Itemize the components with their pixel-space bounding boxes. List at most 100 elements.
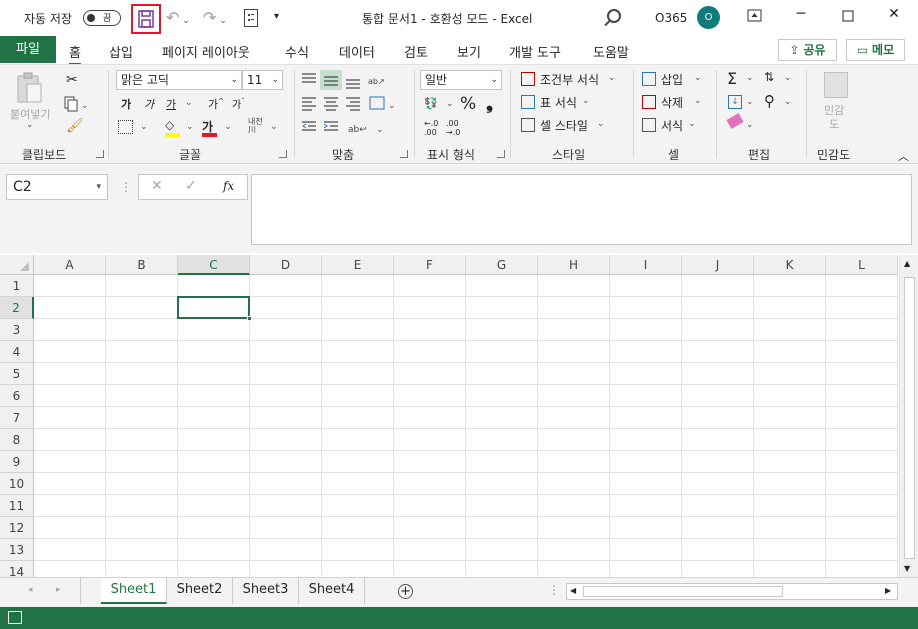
sheet-tab-2[interactable]: Sheet2 — [167, 578, 233, 604]
user-name[interactable]: O365 — [655, 11, 687, 25]
row-header-6[interactable]: 6 — [0, 385, 34, 407]
tab-formulas[interactable]: 수식 — [285, 42, 309, 61]
column-header-c[interactable]: C — [178, 255, 250, 275]
fill-color-dropdown-icon[interactable]: ⌄ — [186, 122, 194, 132]
redo-button[interactable]: ↷ ⌄ — [203, 8, 233, 28]
formula-input[interactable] — [251, 174, 912, 245]
borders-icon[interactable] — [118, 120, 133, 134]
row-header-8[interactable]: 8 — [0, 429, 34, 451]
font-name-combo[interactable]: 맑은 고딕 ⌄ — [116, 70, 242, 90]
maximize-button[interactable] — [836, 6, 860, 28]
autosave-toggle[interactable]: 끔 — [83, 10, 121, 26]
clipboard-launcher-icon[interactable] — [96, 150, 104, 158]
row-header-13[interactable]: 13 — [0, 539, 34, 561]
phonetic-dropdown-icon[interactable]: ⌄ — [270, 122, 278, 132]
row-header-4[interactable]: 4 — [0, 341, 34, 363]
customize-qat-icon[interactable]: ▾ — [274, 11, 279, 22]
column-header-l[interactable]: L — [826, 255, 898, 275]
sensitivity-button[interactable]: 민감 도 — [818, 72, 854, 134]
avatar[interactable]: O — [697, 6, 720, 29]
cancel-icon[interactable]: ✕ — [151, 178, 163, 194]
font-color-button[interactable]: 가 — [202, 118, 217, 137]
scroll-down-icon[interactable]: ▼ — [904, 564, 910, 573]
add-sheet-icon[interactable]: + — [398, 584, 413, 599]
number-launcher-icon[interactable] — [497, 150, 505, 158]
select-all-button[interactable] — [0, 255, 34, 275]
row-header-5[interactable]: 5 — [0, 363, 34, 385]
fill-dropdown-icon[interactable]: ⌄ — [746, 97, 754, 107]
horizontal-scrollbar[interactable]: ◀ ▶ — [566, 583, 898, 600]
tab-insert[interactable]: 삽입 — [109, 42, 133, 61]
fill-color-button[interactable]: ◇ — [165, 118, 180, 137]
alignment-launcher-icon[interactable] — [400, 150, 408, 158]
find-select-dropdown-icon[interactable]: ⌄ — [784, 97, 792, 107]
ribbon-display-options-button[interactable] — [743, 6, 767, 28]
underline-button[interactable]: 가 — [166, 96, 176, 112]
row-header-11[interactable]: 11 — [0, 495, 34, 517]
fill-icon[interactable]: ↓ — [728, 95, 742, 109]
autosum-dropdown-icon[interactable]: ⌄ — [746, 73, 754, 83]
tab-review[interactable]: 검토 — [404, 42, 428, 61]
tab-page-layout[interactable]: 페이지 레이아웃 — [162, 42, 250, 61]
increase-font-button[interactable]: 가^ — [208, 96, 224, 112]
column-header-d[interactable]: D — [250, 255, 322, 275]
font-launcher-icon[interactable] — [279, 150, 287, 158]
underline-dropdown-icon[interactable]: ⌄ — [185, 98, 193, 108]
font-size-combo[interactable]: 11 ⌄ — [242, 70, 283, 90]
vertical-scroll-thumb[interactable] — [904, 277, 915, 559]
save-button[interactable] — [131, 4, 161, 34]
decrease-font-button[interactable]: 가ˇ — [232, 96, 245, 111]
font-color-dropdown-icon[interactable]: ⌄ — [224, 122, 232, 132]
format-painter-icon[interactable]: 🖌 — [66, 118, 84, 134]
tab-developer[interactable]: 개발 도구 — [509, 42, 561, 61]
row-header-10[interactable]: 10 — [0, 473, 34, 495]
sort-filter-icon[interactable]: ⇅ — [764, 70, 774, 84]
column-header-i[interactable]: I — [610, 255, 682, 275]
column-header-j[interactable]: J — [682, 255, 754, 275]
scroll-left-icon[interactable]: ◀ — [570, 586, 576, 595]
number-format-combo[interactable]: 일반 ⌄ — [420, 70, 502, 90]
row-header-3[interactable]: 3 — [0, 319, 34, 341]
italic-button[interactable]: 가 — [144, 96, 154, 112]
phonetic-icon[interactable]: 내천 川 — [248, 118, 263, 134]
row-header-1[interactable]: 1 — [0, 275, 34, 297]
find-select-icon[interactable]: ⚲ — [764, 92, 775, 110]
percent-icon[interactable]: % — [460, 94, 476, 114]
split-grip-icon[interactable]: ⋮ — [548, 583, 560, 597]
sheet-tab-3[interactable]: Sheet3 — [233, 578, 299, 604]
paste-button[interactable]: 붙여넣기 ⌄ — [10, 72, 50, 132]
tab-data[interactable]: 데이터 — [339, 42, 375, 61]
worksheet-grid[interactable]: ABCDEFGHIJKL 1 2 3 4 5 6 7 8 9 10 11 12 13 14 — [0, 255, 898, 577]
accounting-dropdown-icon[interactable]: ⌄ — [446, 99, 454, 109]
autosum-icon[interactable]: Σ — [727, 69, 737, 88]
insert-function-icon[interactable]: fx — [223, 179, 234, 193]
name-box[interactable]: C2 ▾ — [6, 174, 108, 200]
borders-dropdown-icon[interactable]: ⌄ — [140, 122, 148, 132]
tab-home[interactable]: 홈 — [69, 42, 81, 65]
accounting-format-icon[interactable]: 💱 — [424, 97, 438, 110]
scroll-right-icon[interactable]: ▶ — [885, 586, 891, 595]
active-cell[interactable] — [177, 296, 250, 319]
comma-style-icon[interactable]: ❟ — [486, 93, 493, 114]
row-header-12[interactable]: 12 — [0, 517, 34, 539]
formula-bar-grip[interactable]: ⋮ — [120, 180, 132, 194]
fill-handle[interactable] — [247, 316, 252, 321]
clear-dropdown-icon[interactable]: ⌄ — [746, 120, 754, 130]
vertical-scrollbar[interactable]: ▲ ▼ — [899, 255, 918, 577]
form-icon[interactable] — [244, 9, 258, 27]
column-header-b[interactable]: B — [106, 255, 178, 275]
collapse-ribbon-icon[interactable]: ︿ — [898, 148, 909, 164]
column-header-h[interactable]: H — [538, 255, 610, 275]
minimize-button[interactable]: ─ — [789, 6, 813, 28]
undo-button[interactable]: ↶ ⌄ — [166, 8, 196, 28]
comments-button[interactable]: ▭ 메모 — [846, 39, 905, 61]
enter-icon[interactable]: ✓ — [185, 178, 197, 194]
scroll-up-icon[interactable]: ▲ — [904, 259, 910, 268]
share-button[interactable]: ⇪ 공유 — [778, 39, 837, 61]
tab-file[interactable]: 파일 — [0, 36, 56, 63]
column-header-e[interactable]: E — [322, 255, 394, 275]
tab-view[interactable]: 보기 — [457, 42, 481, 61]
sheet-tab-4[interactable]: Sheet4 — [299, 578, 365, 604]
macro-recording-icon[interactable] — [8, 611, 22, 624]
column-header-g[interactable]: G — [466, 255, 538, 275]
